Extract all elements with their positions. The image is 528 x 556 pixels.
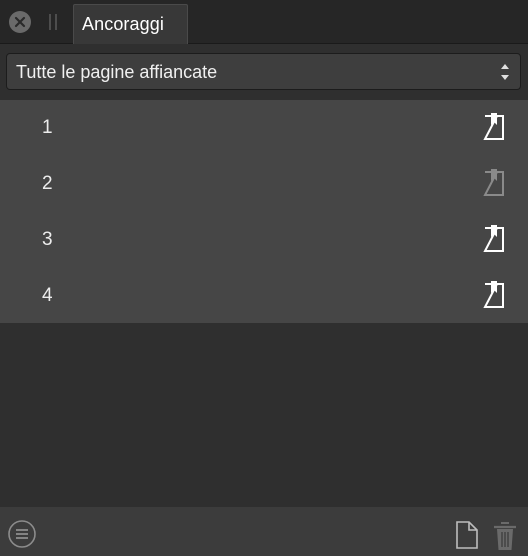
tab-title: Ancoraggi (82, 14, 164, 34)
anchor-page-icon[interactable] (481, 224, 507, 254)
new-document-icon[interactable] (455, 520, 479, 550)
anchor-label: 1 (42, 117, 53, 138)
anchor-row[interactable]: 4 (0, 268, 528, 324)
anchors-panel: Ancoraggi Tutte le pagine affiancate 1 2… (0, 0, 528, 556)
tab-ancoraggi[interactable]: Ancoraggi (73, 4, 188, 44)
trash-icon[interactable] (492, 520, 518, 552)
dropdown-selected-value: Tutte le pagine affiancate (16, 62, 218, 82)
anchor-row[interactable]: 3 (0, 212, 528, 268)
close-panel-button[interactable] (9, 11, 31, 33)
anchor-row[interactable]: 1 (0, 100, 528, 156)
anchor-page-icon[interactable] (481, 168, 507, 198)
tab-bar: Ancoraggi (0, 0, 528, 44)
anchor-label: 3 (42, 229, 53, 250)
anchor-label: 4 (42, 285, 53, 306)
page-scope-dropdown[interactable]: Tutte le pagine affiancate (6, 53, 521, 90)
anchor-page-icon[interactable] (481, 280, 507, 310)
bottom-toolbar (0, 507, 528, 556)
anchor-page-icon[interactable] (481, 112, 507, 142)
menu-icon[interactable] (7, 519, 37, 549)
updown-arrows-icon (501, 64, 509, 80)
anchor-label: 2 (42, 173, 53, 194)
anchors-list: 1 2 3 4 (0, 100, 528, 323)
close-icon (14, 16, 26, 28)
anchor-row[interactable]: 2 (0, 156, 528, 212)
drag-grip-handle[interactable] (49, 14, 57, 30)
